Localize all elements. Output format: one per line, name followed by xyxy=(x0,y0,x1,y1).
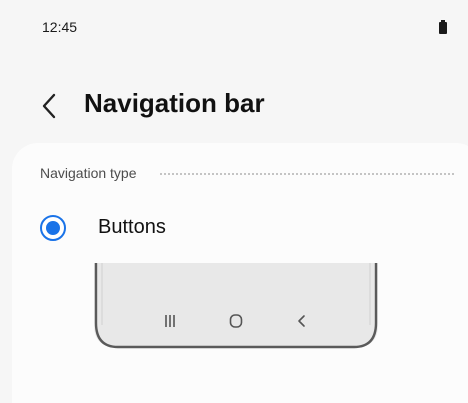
home-icon xyxy=(224,311,248,331)
option-label-buttons: Buttons xyxy=(98,216,166,238)
back-icon xyxy=(290,311,314,331)
phone-outline xyxy=(94,263,378,349)
radio-button-selected[interactable] xyxy=(40,215,66,241)
battery-icon xyxy=(437,20,449,34)
settings-card: Navigation type Buttons xyxy=(12,143,468,403)
status-time: 12:45 xyxy=(42,19,78,35)
section-header-navigation-type: Navigation type xyxy=(40,165,137,181)
status-bar: 12:45 xyxy=(0,0,468,56)
radio-dot xyxy=(46,221,60,235)
option-buttons[interactable]: Buttons xyxy=(26,203,446,253)
page-title: Navigation bar xyxy=(84,88,265,118)
back-button[interactable] xyxy=(34,86,74,126)
chevron-left-icon xyxy=(42,93,56,119)
app-bar: Navigation bar xyxy=(0,78,468,134)
navigation-preview xyxy=(94,263,378,349)
section-divider xyxy=(160,173,454,175)
recent-apps-icon xyxy=(158,311,182,331)
